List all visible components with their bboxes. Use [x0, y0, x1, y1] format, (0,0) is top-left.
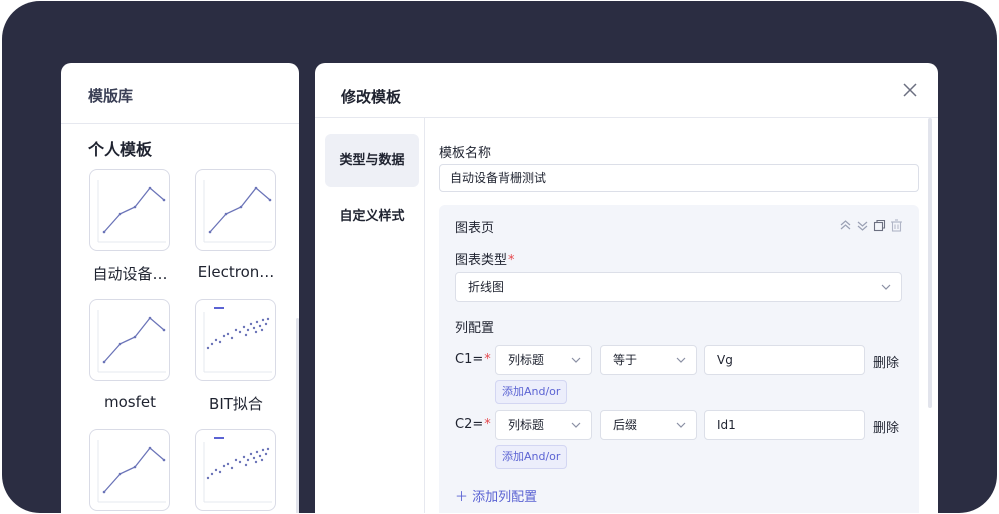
- nav-custom-style[interactable]: 自定义样式: [325, 190, 419, 243]
- required-mark: *: [484, 352, 491, 367]
- chart-type-select[interactable]: 折线图: [455, 272, 902, 302]
- chevron-down-icon: [676, 357, 686, 363]
- line-chart-thumbnail-icon: [203, 180, 272, 243]
- c2-value-input[interactable]: Id1: [704, 410, 865, 440]
- template-thumbnail-5[interactable]: [89, 429, 170, 511]
- chevron-down-icon: [676, 422, 686, 428]
- chart-type-label: 图表类型*: [455, 249, 515, 268]
- c2-delete-button[interactable]: 删除: [873, 417, 899, 436]
- required-mark: *: [484, 417, 491, 432]
- column-c1-label: C1=*: [455, 352, 491, 367]
- c1-value-input[interactable]: Vg: [704, 345, 865, 375]
- chart-page-card: 图表页 图表类型* 折线图 列配置 C1=* 列标题 等于 Vg 删除 添加An…: [439, 205, 919, 513]
- personal-templates-heading: 个人模板: [88, 140, 153, 159]
- line-chart-thumbnail-icon: [97, 310, 166, 373]
- chevron-down-icon: [881, 284, 891, 290]
- copy-icon[interactable]: [873, 217, 886, 232]
- c2-operator-value: 后缀: [613, 418, 638, 432]
- line-chart-thumbnail-icon: [97, 440, 166, 503]
- template-thumbnail-3[interactable]: [89, 299, 170, 381]
- close-icon[interactable]: [903, 83, 917, 97]
- edit-template-dialog: 修改模板 类型与数据 自定义样式 模板名称 自动设备背栅测试 图表页 图表类型*…: [315, 63, 938, 513]
- dialog-scrollbar[interactable]: [928, 118, 932, 408]
- template-label-3: mosfet: [104, 393, 156, 411]
- add-column-config-button[interactable]: ＋ 添加列配置: [455, 486, 537, 505]
- chevron-down-icon: [571, 357, 581, 363]
- line-chart-thumbnail-icon: [97, 180, 166, 243]
- form-area: 模板名称 自动设备背栅测试 图表页 图表类型* 折线图 列配置 C1=* 列标题…: [425, 118, 938, 513]
- c1-delete-button[interactable]: 删除: [873, 352, 899, 371]
- nav-type-and-data[interactable]: 类型与数据: [325, 134, 419, 187]
- column-c2-label: C2=*: [455, 417, 491, 432]
- required-mark: *: [508, 253, 515, 268]
- template-label-4: BIT拟合: [209, 395, 263, 413]
- move-up-icon[interactable]: [839, 217, 852, 230]
- template-label-1: 自动设备…: [92, 265, 168, 283]
- c1-operator-select[interactable]: 等于: [600, 345, 697, 375]
- template-thumbnail-4[interactable]: [195, 299, 276, 381]
- chevron-down-icon: [571, 422, 581, 428]
- template-label-2: Electron…: [197, 263, 275, 281]
- card-toolbar: [839, 217, 903, 232]
- c1-field-value: 列标题: [508, 353, 545, 367]
- c2-add-andor-button[interactable]: 添加And/or: [495, 445, 568, 469]
- divider: [61, 123, 299, 124]
- template-name-input[interactable]: 自动设备背栅测试: [439, 164, 919, 192]
- app-frame: 模版库 个人模板 自动设备… Electron… mosfet BIT拟合 修改…: [2, 1, 997, 513]
- scatter-chart-thumbnail-icon: [203, 437, 272, 503]
- trash-icon[interactable]: [890, 217, 903, 232]
- template-name-label: 模板名称: [439, 146, 492, 161]
- scatter-chart-thumbnail-icon: [203, 307, 272, 373]
- library-scrollbar[interactable]: [296, 318, 299, 513]
- c1-operator-value: 等于: [613, 353, 638, 367]
- template-library-panel: 模版库 个人模板 自动设备… Electron… mosfet BIT拟合: [61, 63, 299, 513]
- template-thumbnail-6[interactable]: [195, 429, 276, 511]
- chart-type-label-text: 图表类型: [455, 253, 508, 268]
- library-title: 模版库: [88, 87, 134, 105]
- c1-field-select[interactable]: 列标题: [495, 345, 592, 375]
- c2-field-value: 列标题: [508, 418, 545, 432]
- dialog-title: 修改模板: [341, 88, 402, 106]
- c1-add-andor-button[interactable]: 添加And/or: [495, 380, 568, 404]
- c2-operator-select[interactable]: 后缀: [600, 410, 697, 440]
- template-thumbnail-2[interactable]: [195, 169, 276, 251]
- column-c2-label-text: C2=: [455, 417, 484, 432]
- template-thumbnail-1[interactable]: [89, 169, 170, 251]
- c2-field-select[interactable]: 列标题: [495, 410, 592, 440]
- add-column-label: 添加列配置: [472, 490, 538, 505]
- dialog-side-nav: 类型与数据 自定义样式: [315, 118, 425, 513]
- chart-type-value: 折线图: [468, 280, 505, 294]
- chart-page-title: 图表页: [455, 221, 495, 236]
- move-down-icon[interactable]: [856, 217, 869, 231]
- column-config-label: 列配置: [455, 321, 495, 336]
- plus-icon: ＋: [455, 490, 469, 505]
- column-c1-label-text: C1=: [455, 352, 484, 367]
